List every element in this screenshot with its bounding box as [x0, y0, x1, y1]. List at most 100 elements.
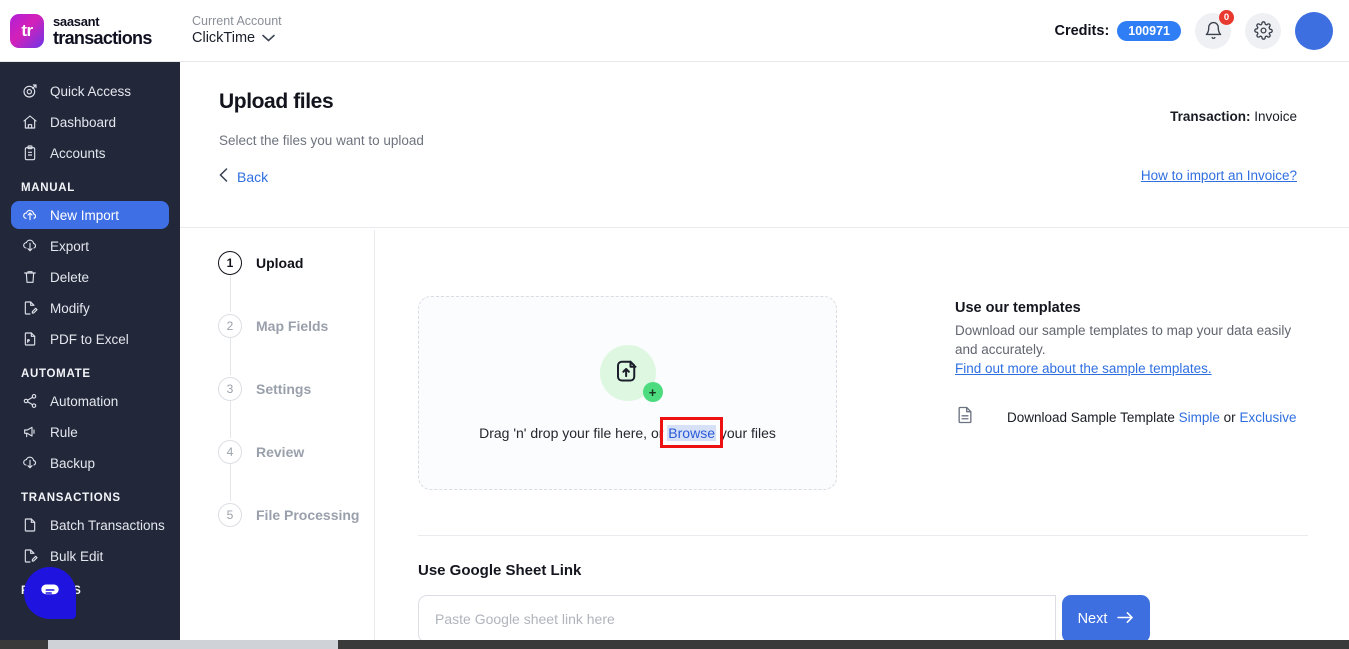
back-label: Back — [237, 168, 269, 185]
templates-title: Use our templates — [955, 300, 1081, 316]
saasant-logo-icon: tr — [10, 13, 44, 48]
how-to-import-link[interactable]: How to import an Invoice? — [1141, 168, 1297, 183]
step-review[interactable]: 4 Review — [218, 439, 373, 501]
os-taskbar — [0, 640, 1349, 649]
sidebar-item-label: Batch Transactions — [50, 517, 165, 533]
add-badge-icon: + — [642, 382, 663, 402]
gear-icon — [1253, 21, 1273, 40]
credits-label: Credits: — [1054, 22, 1110, 39]
main-content: Upload files Select the files you want t… — [180, 62, 1349, 649]
sidebar-item-label: Backup — [50, 455, 96, 471]
cloud-download-icon — [21, 455, 38, 472]
sidebar-item-modify[interactable]: Modify — [11, 294, 169, 322]
pdf-file-icon — [21, 331, 38, 348]
credits-value-badge[interactable]: 100971 — [1117, 20, 1181, 41]
google-sheet-row: Next — [418, 595, 1150, 643]
sidebar-item-new-import[interactable]: New Import — [11, 201, 169, 229]
sidebar-section-transactions: TRANSACTIONS — [21, 492, 121, 504]
sidebar-item-label: Automation — [50, 393, 119, 409]
sidebar: Quick Access Dashboard Accounts MANUAL N… — [0, 62, 180, 649]
import-stepper: 1 Upload 2 Map Fields 3 Settings 4 Revie… — [218, 250, 373, 528]
app-root: tr saasant transactions Current Account … — [0, 0, 1349, 649]
sidebar-item-label: PDF to Excel — [50, 331, 129, 347]
sidebar-item-batch-transactions[interactable]: Batch Transactions — [11, 511, 169, 539]
home-icon — [21, 114, 38, 131]
current-account-name: ClickTime — [192, 30, 256, 47]
step-settings[interactable]: 3 Settings — [218, 376, 373, 438]
step-connector — [229, 338, 231, 375]
brand-name-bottom: transactions — [53, 27, 152, 48]
google-sheet-link-input[interactable] — [418, 595, 1056, 643]
find-out-more-link[interactable]: Find out more about the sample templates… — [955, 361, 1212, 376]
browse-link[interactable]: Browse — [667, 425, 716, 441]
dropzone-text-before: Drag 'n' drop your file here, or — [479, 425, 664, 441]
brand-text: saasant transactions — [53, 15, 152, 47]
template-simple-link[interactable]: Simple — [1179, 410, 1220, 425]
settings-button[interactable] — [1245, 12, 1281, 49]
download-template-text: Download Sample Template Simple or Exclu… — [1007, 410, 1296, 425]
step-file-processing[interactable]: 5 File Processing — [218, 502, 373, 528]
chevron-left-icon — [219, 168, 228, 185]
dropzone-text-after: your files — [719, 425, 776, 441]
current-account-selector[interactable]: Current Account ClickTime — [192, 14, 282, 47]
template-exclusive-link[interactable]: Exclusive — [1239, 410, 1296, 425]
download-template-label: Download Sample Template — [1007, 409, 1175, 425]
step-connector — [229, 464, 231, 501]
arrow-right-icon — [1117, 611, 1134, 628]
notification-count-badge: 0 — [1219, 9, 1234, 25]
cloud-upload-icon — [21, 207, 38, 224]
browse-link-wrapper[interactable]: Browse — [660, 417, 723, 448]
next-button[interactable]: Next — [1062, 595, 1150, 643]
cloud-download-icon — [21, 238, 38, 255]
sidebar-item-label: Delete — [50, 269, 90, 285]
transaction-value: Invoice — [1254, 109, 1297, 124]
current-account-row[interactable]: ClickTime — [192, 30, 282, 47]
step-label: File Processing — [256, 507, 360, 523]
taskbar-window[interactable] — [48, 640, 338, 649]
notifications-button[interactable]: 0 — [1195, 9, 1234, 49]
target-icon — [21, 83, 38, 100]
sidebar-item-accounts[interactable]: Accounts — [11, 139, 169, 167]
brand-logo[interactable]: tr saasant transactions — [0, 13, 170, 48]
step-map-fields[interactable]: 2 Map Fields — [218, 313, 373, 375]
google-sheet-title: Use Google Sheet Link — [418, 562, 582, 579]
credits-display: Credits: 100971 — [1054, 20, 1181, 41]
sidebar-item-label: Dashboard — [50, 114, 117, 130]
step-label: Upload — [256, 255, 304, 271]
sidebar-item-rule[interactable]: Rule — [11, 418, 169, 446]
step-number: 4 — [218, 440, 242, 464]
sidebar-item-label: Bulk Edit — [50, 548, 104, 564]
chat-bubble-icon — [37, 578, 63, 609]
chevron-down-icon[interactable] — [262, 32, 275, 46]
chat-widget-button[interactable] — [24, 567, 76, 619]
sidebar-item-backup[interactable]: Backup — [11, 449, 169, 477]
file-edit-icon — [21, 300, 38, 317]
template-or-label: or — [1223, 409, 1236, 425]
brand-name-top: saasant — [53, 13, 100, 29]
sidebar-item-bulk-edit[interactable]: Bulk Edit — [11, 542, 169, 570]
document-edit-icon — [21, 548, 38, 565]
user-avatar[interactable] — [1295, 11, 1333, 50]
section-divider — [418, 535, 1308, 536]
sidebar-item-delete[interactable]: Delete — [11, 263, 169, 291]
sidebar-item-automation[interactable]: Automation — [11, 387, 169, 415]
sidebar-item-label: Rule — [50, 424, 78, 440]
bell-icon — [1205, 21, 1221, 40]
header-divider — [180, 227, 1349, 228]
sidebar-item-dashboard[interactable]: Dashboard — [11, 108, 169, 136]
sidebar-item-label: Modify — [50, 300, 90, 316]
sidebar-item-label: New Import — [50, 207, 120, 223]
sidebar-item-pdf-to-excel[interactable]: PDF to Excel — [11, 325, 169, 353]
step-label: Review — [256, 444, 305, 460]
step-upload[interactable]: 1 Upload — [218, 250, 373, 312]
sidebar-item-quick-access[interactable]: Quick Access — [11, 77, 169, 105]
dropzone-text: Drag 'n' drop your file here, or Browse … — [479, 417, 776, 448]
document-icon — [955, 404, 975, 431]
step-number: 1 — [218, 251, 242, 275]
sidebar-section-automate: AUTOMATE — [21, 368, 91, 380]
transaction-type-display: Transaction: Invoice — [1170, 109, 1297, 124]
sidebar-item-export[interactable]: Export — [11, 232, 169, 260]
step-label: Map Fields — [256, 318, 329, 334]
file-dropzone[interactable]: + Drag 'n' drop your file here, or Brows… — [418, 296, 837, 490]
sidebar-item-label: Export — [50, 238, 90, 254]
